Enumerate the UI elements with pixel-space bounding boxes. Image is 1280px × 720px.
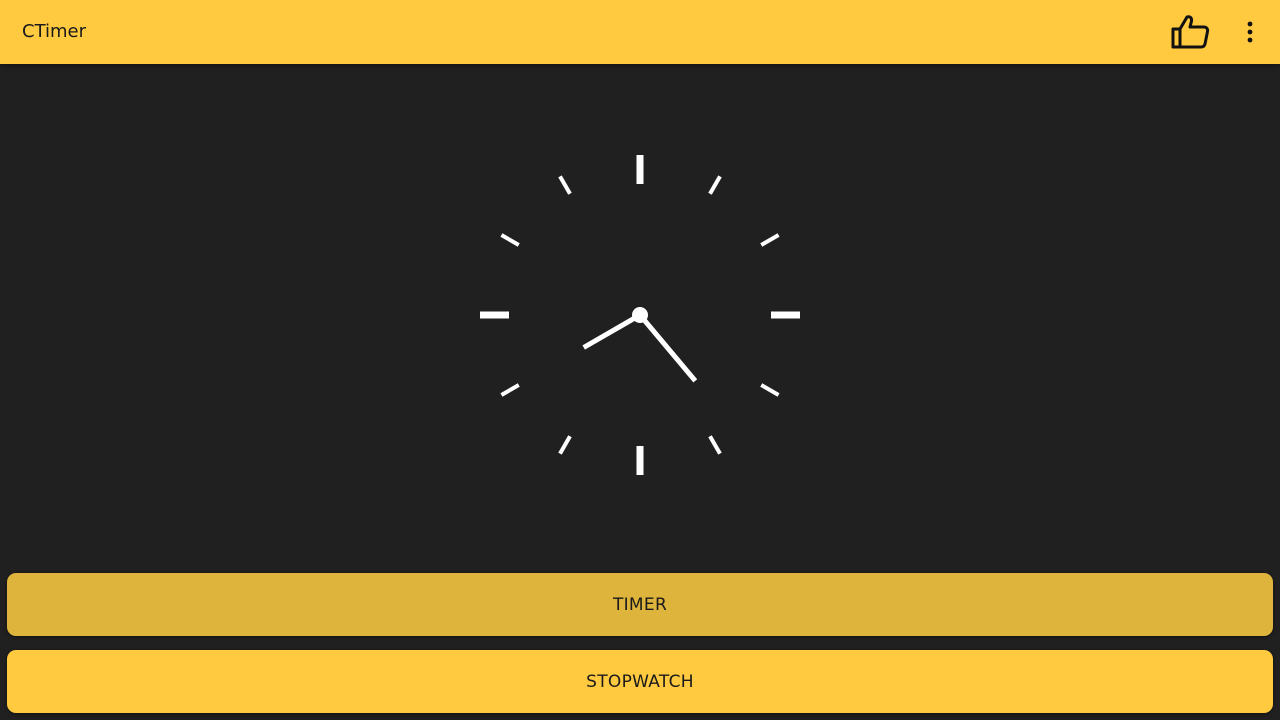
analog-clock [480,155,800,475]
thumb-up-icon [1171,15,1210,49]
clock-tick-11 [558,175,572,195]
app-bar: CTimer [0,0,1280,64]
clock-tick-10 [500,233,520,247]
app-title: CTimer [22,21,87,42]
clock-center-pivot [632,307,648,323]
stopwatch-button[interactable]: STOPWATCH [7,650,1273,713]
clock-hour-hand [638,313,698,383]
clock-tick-7 [558,435,572,455]
stopwatch-button-label: STOPWATCH [586,671,694,692]
overflow-menu-button[interactable] [1232,8,1268,56]
timer-button-label: TIMER [612,594,668,615]
rate-button[interactable] [1164,8,1216,56]
clock-tick-1 [708,175,722,195]
clock-tick-2 [760,233,780,247]
clock-tick-8 [500,383,520,397]
clock-minute-hand [582,312,642,350]
clock-tick-4 [760,383,780,397]
clock-tick-5 [708,435,722,455]
more-vert-icon [1247,21,1253,43]
timer-button[interactable]: TIMER [7,573,1273,636]
app-root: CTimer TIMER STOPWATCH [0,0,1280,720]
